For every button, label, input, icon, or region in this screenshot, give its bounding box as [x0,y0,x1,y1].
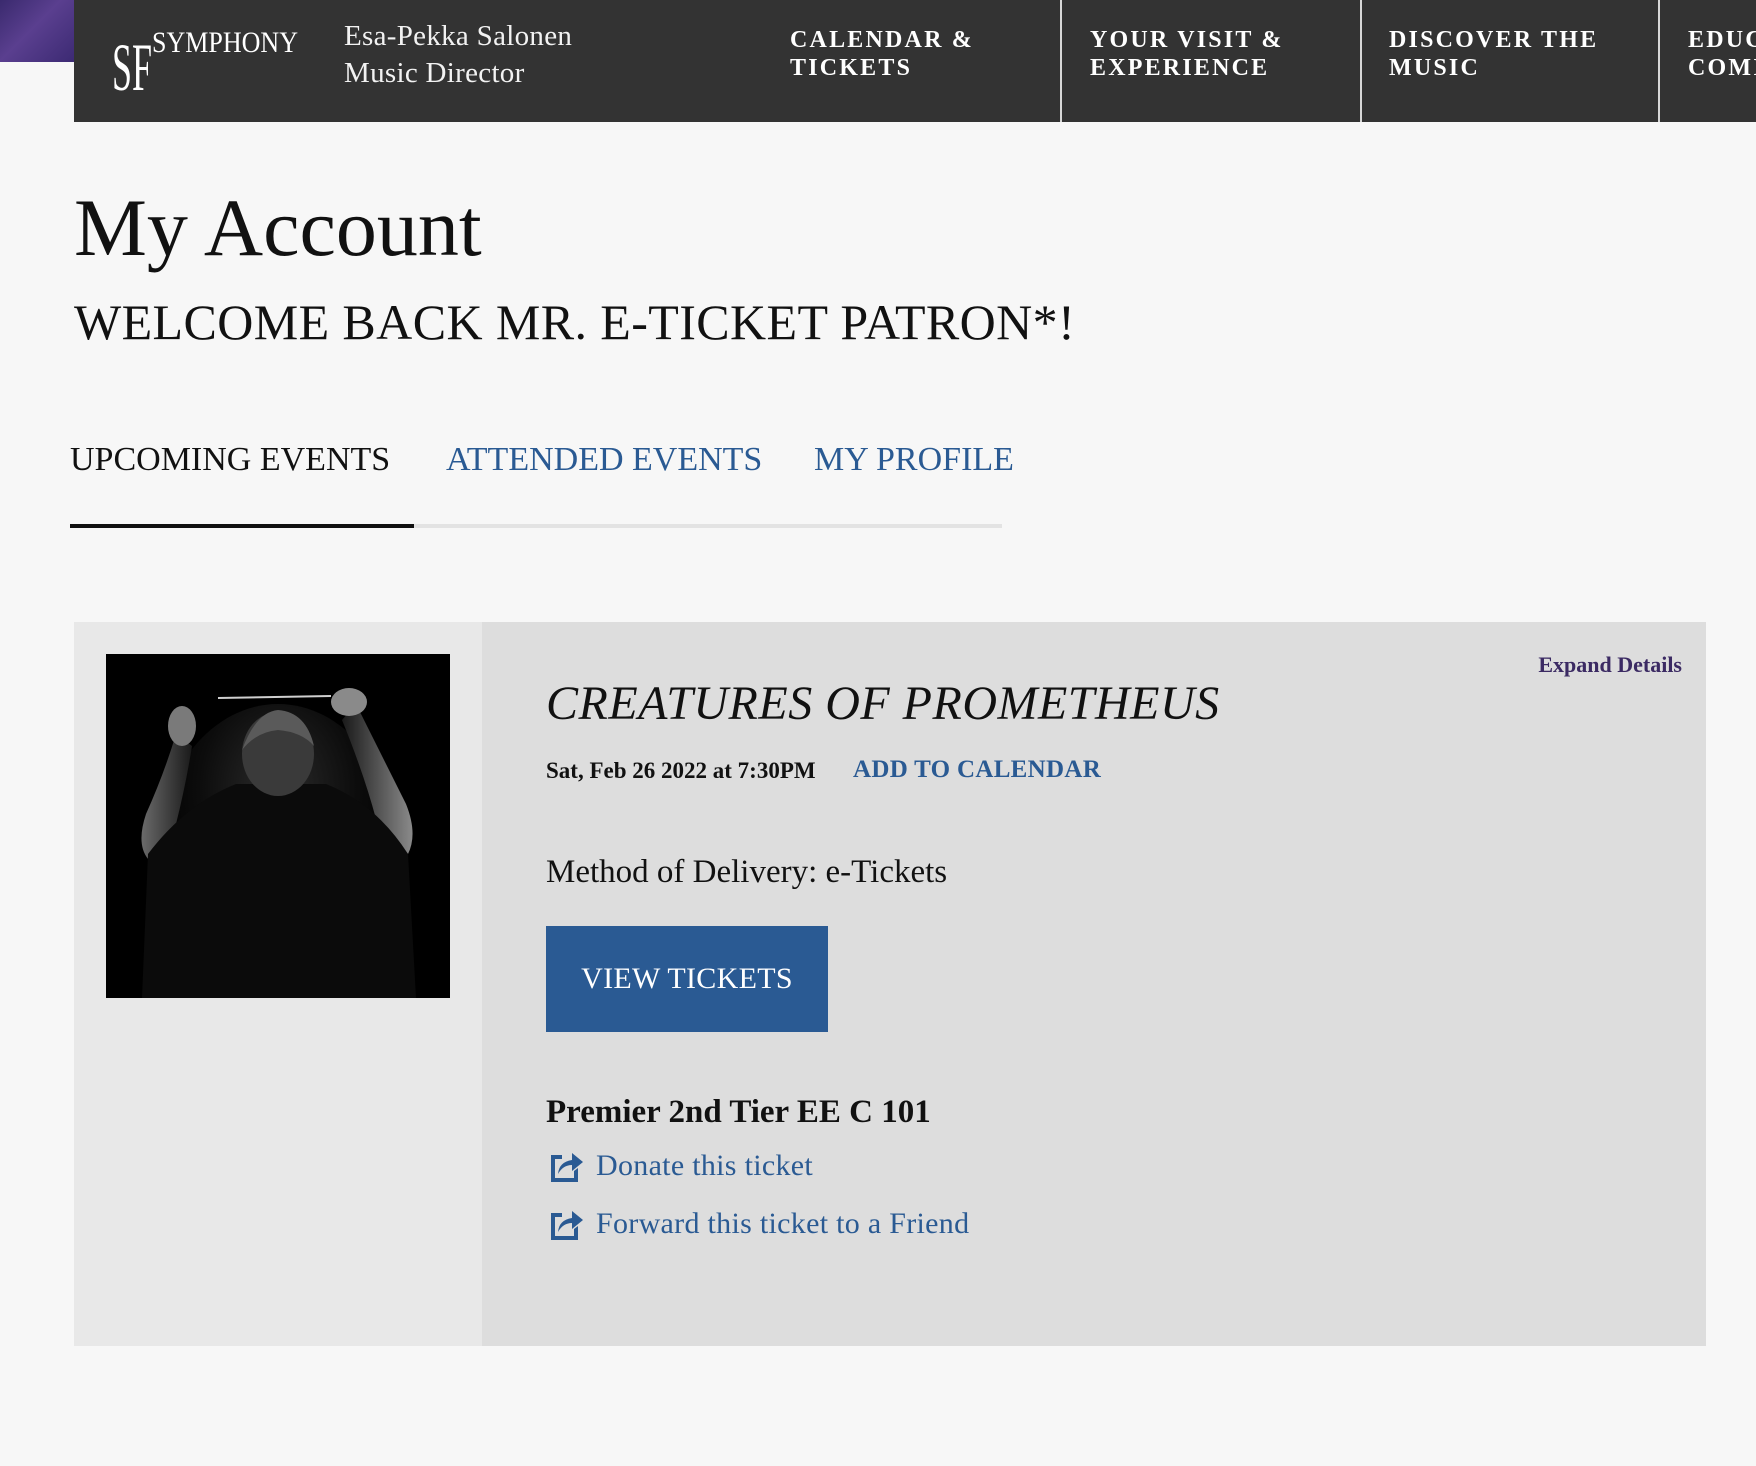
nav-your-visit-experience[interactable]: YOUR VISIT & EXPERIENCE [1090,0,1284,122]
nav-label-line2: COMI [1688,55,1756,81]
nav-divider [1360,0,1362,122]
view-tickets-button[interactable]: VIEW TICKETS [546,926,828,1032]
nav-discover-the-music[interactable]: DISCOVER THE MUSIC [1389,0,1598,122]
add-to-calendar-link[interactable]: ADD TO CALENDAR [853,756,1101,784]
tab-my-profile[interactable]: MY PROFILE [814,440,1014,480]
nav-label-line1: CALENDAR & [790,27,974,53]
event-title: CREATURES OF PROMETHEUS [546,677,1220,730]
page-title: My Account [74,182,482,273]
forward-ticket-label: Forward this ticket to a Friend [596,1207,970,1240]
nav-label-line1: EDUC [1688,27,1756,53]
nav-label-line2: MUSIC [1389,55,1481,81]
share-icon [551,1153,583,1182]
donate-ticket-link[interactable]: Donate this ticket [546,1146,813,1186]
nav-divider [1060,0,1062,122]
director-name: Esa-Pekka Salonen [344,20,573,52]
nav-label-line2: EXPERIENCE [1090,55,1270,81]
conductor-photo [106,654,450,998]
nav-label-line2: TICKETS [790,55,913,81]
corner-decorative-art [0,0,74,62]
tab-upcoming-events[interactable]: UPCOMING EVENTS [70,440,390,480]
music-director-info: Esa-Pekka Salonen Music Director [344,18,572,92]
sf-symphony-logo[interactable]: SF SYMPHONY [110,18,300,102]
seat-info: Premier 2nd Tier EE C 101 [546,1094,931,1130]
tab-attended-events[interactable]: ATTENDED EVENTS [446,440,762,480]
event-card: Expand Details CREATURES OF PROMETHEUS S… [74,622,1706,1346]
nav-education-community[interactable]: EDUC COMI [1688,0,1756,122]
welcome-message: WELCOME BACK MR. E-TICKET PATRON*! [74,294,1076,350]
event-image [106,654,450,998]
brand-symphony: SYMPHONY [152,26,298,59]
nav-calendar-tickets[interactable]: CALENDAR & TICKETS [790,0,974,122]
expand-details-link[interactable]: Expand Details [1538,652,1682,678]
top-navigation-bar: SF SYMPHONY Esa-Pekka Salonen Music Dire… [74,0,1756,122]
share-icon [551,1211,583,1240]
tab-active-indicator [70,524,414,528]
delivery-method: Method of Delivery: e-Tickets [546,854,948,890]
event-image-panel [74,622,482,1346]
director-title: Music Director [344,57,525,89]
donate-ticket-label: Donate this ticket [596,1149,814,1182]
nav-divider [1658,0,1660,122]
nav-label-line1: DISCOVER THE [1389,27,1599,53]
brand-sf: SF [112,29,152,102]
forward-ticket-link[interactable]: Forward this ticket to a Friend [546,1204,969,1244]
nav-label-line1: YOUR VISIT & [1090,27,1284,53]
event-date: Sat, Feb 26 2022 at 7:30PM [546,758,816,783]
account-tabs: UPCOMING EVENTS ATTENDED EVENTS MY PROFI… [70,430,1014,530]
